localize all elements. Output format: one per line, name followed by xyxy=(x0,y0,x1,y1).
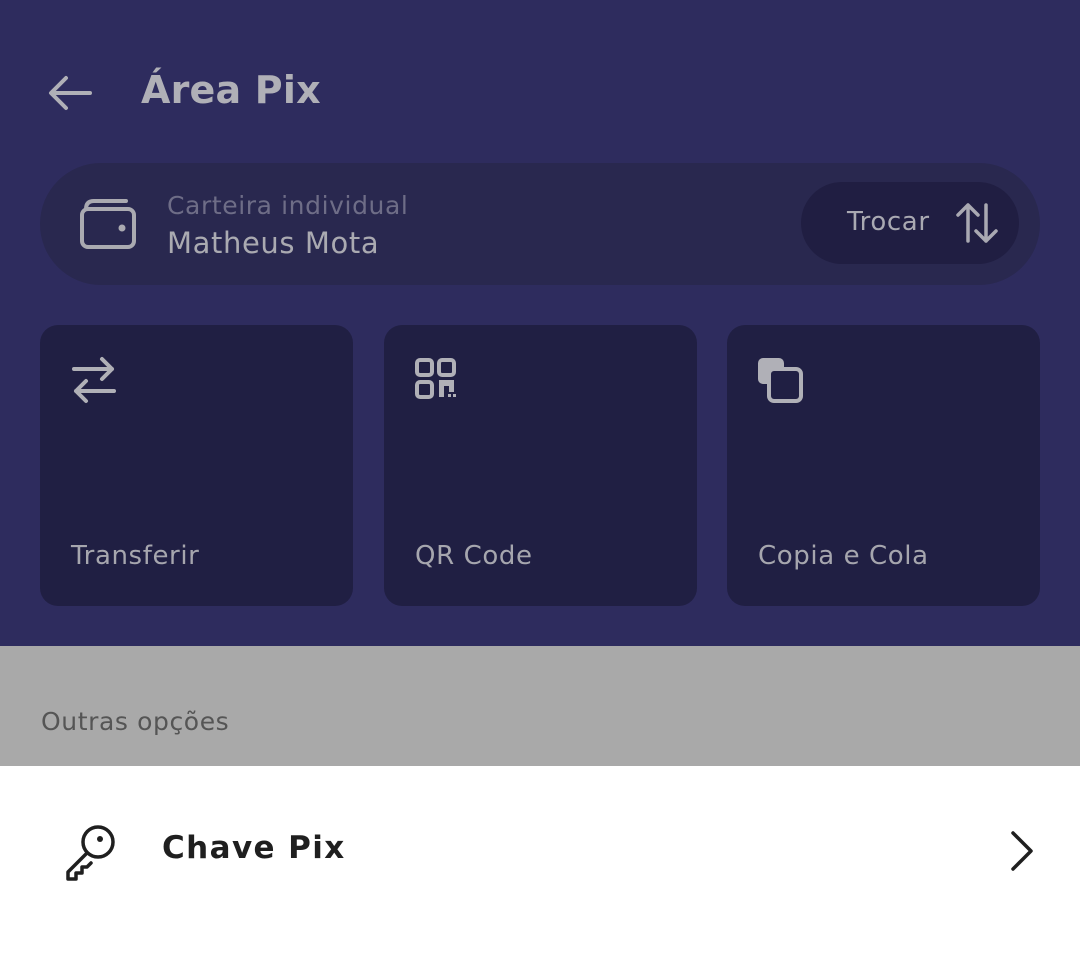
swap-label: Trocar xyxy=(847,207,930,237)
wallet-owner-name: Matheus Mota xyxy=(167,226,380,260)
swap-wallet-button[interactable]: Trocar xyxy=(801,182,1019,264)
wallet-icon xyxy=(80,199,136,249)
pix-key-label: Chave Pix xyxy=(162,830,346,866)
copy-paste-card[interactable]: Copia e Cola xyxy=(727,325,1040,606)
back-button[interactable] xyxy=(44,70,96,116)
wallet-label: Carteira individual xyxy=(167,191,409,220)
qr-code-icon xyxy=(415,358,456,399)
app-header: Área Pix xyxy=(0,60,1080,126)
transfer-card[interactable]: Transferir xyxy=(40,325,353,606)
qr-code-card[interactable]: QR Code xyxy=(384,325,697,606)
transfer-arrows-icon xyxy=(72,357,116,403)
key-icon xyxy=(66,825,115,881)
arrow-left-icon xyxy=(49,76,92,110)
page-title: Área Pix xyxy=(141,68,321,112)
pix-area-screen: Área Pix Carteira individual Matheus Mot… xyxy=(0,0,1080,960)
wallet-card: Carteira individual Matheus Mota Trocar xyxy=(40,163,1040,285)
transfer-label: Transferir xyxy=(71,541,200,571)
top-panel: Área Pix Carteira individual Matheus Mot… xyxy=(0,0,1080,646)
other-options-header: Outras opções xyxy=(0,646,1080,766)
chevron-right-icon xyxy=(1011,831,1033,871)
copy-paste-label: Copia e Cola xyxy=(758,541,929,571)
pix-key-option[interactable]: Chave Pix xyxy=(0,766,1080,936)
qr-code-label: QR Code xyxy=(415,541,533,571)
swap-vertical-icon xyxy=(956,203,998,243)
copy-icon xyxy=(758,358,803,403)
other-options-title: Outras opções xyxy=(41,707,230,736)
